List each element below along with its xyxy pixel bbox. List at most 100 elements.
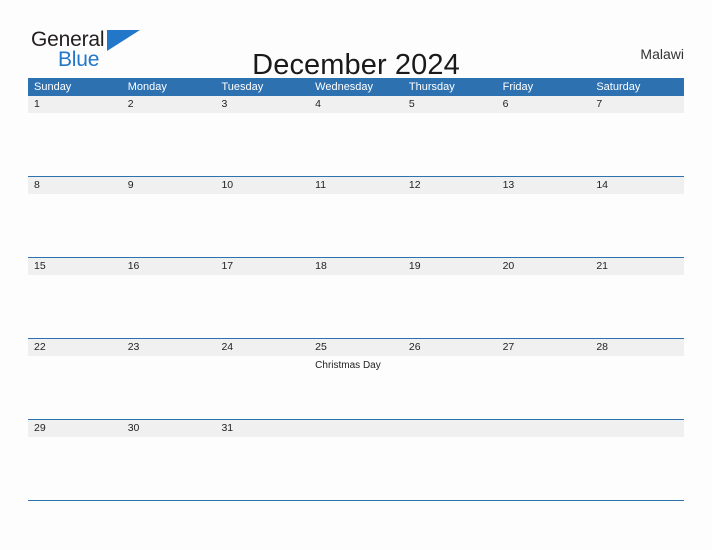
day-number: 25 [315,341,327,353]
day-events [596,356,684,359]
weekday-header-saturday: Saturday [596,81,641,93]
day-cell[interactable]: 19 [403,258,497,338]
day-number: 15 [34,260,46,272]
day-number: 21 [596,260,608,272]
calendar-page: General Blue December 2024 Malawi Sunday… [0,0,712,550]
day-number: 4 [315,98,321,110]
day-events [503,275,591,278]
day-events [34,437,122,440]
weekday-header-monday: Monday [127,81,167,93]
day-events [221,356,309,359]
day-cell[interactable]: 18 [309,258,403,338]
day-number: 3 [221,98,228,110]
calendar-grid: Sunday Monday Tuesday Wednesday Thursday… [28,78,684,501]
day-number: 12 [408,179,421,191]
day-events [128,113,216,116]
calendar-week-row: 15 16 17 18 19 20 21 [28,258,684,339]
day-events [34,356,122,359]
day-cell-empty [309,420,403,500]
day-cell[interactable]: 5 [403,96,497,176]
day-cell[interactable]: 30 [122,420,216,500]
calendar-weeks: 1 2 3 4 5 6 7 8 9 10 11 12 13 14 15 16 17 18 19 20 21 22 23 24 2… [28,96,684,501]
day-number: 9 [127,179,134,191]
day-events [596,194,684,197]
day-number: 30 [127,422,140,434]
weekday-header-tuesday: Tuesday [221,81,264,93]
calendar-week-row: 1 2 3 4 5 6 7 [28,96,684,177]
day-number: 13 [502,179,515,191]
calendar-week-row: 29 30 31 [28,420,684,501]
day-number: 23 [127,341,140,353]
day-events [34,194,122,197]
day-cell[interactable]: 9 [122,177,216,257]
day-number: 22 [34,341,46,353]
day-events [128,275,216,278]
day-events [503,420,591,423]
day-cell[interactable]: 12 [403,177,497,257]
day-cell[interactable]: 24 [215,339,309,419]
day-cell[interactable]: 31 [215,420,309,500]
day-number: 31 [221,422,234,434]
day-cell[interactable]: 29 [28,420,122,500]
day-number: 16 [127,260,140,272]
day-events [128,194,216,197]
day-events [596,113,684,116]
day-cell[interactable]: 8 [28,177,122,257]
weekday-header-wednesday: Wednesday [315,81,374,93]
day-cell[interactable]: 22 [28,339,122,419]
day-cell-empty [403,420,497,500]
country-label: Malawi [640,46,684,62]
day-events: Christmas Day [315,356,403,372]
day-events [128,356,216,359]
weekday-header-sunday: Sunday [34,81,72,93]
day-number: 18 [315,260,327,272]
day-events [221,437,309,440]
day-cell[interactable]: 26 [403,339,497,419]
day-cells: 1 2 3 4 5 6 7 [28,96,684,176]
day-events [315,113,403,116]
day-events [503,113,591,116]
day-events [34,113,122,116]
day-events [221,275,309,278]
day-cell[interactable]: 13 [497,177,591,257]
calendar-week-row: 8 9 10 11 12 13 14 [28,177,684,258]
day-cell[interactable]: 7 [590,96,684,176]
day-number: 28 [596,341,608,353]
day-cell[interactable]: 23 [122,339,216,419]
day-cell[interactable]: 14 [590,177,684,257]
day-number: 17 [221,260,234,272]
holiday-event: Christmas Day [315,360,381,371]
day-number: 27 [502,341,515,353]
day-cell-empty [497,420,591,500]
day-cell[interactable]: 20 [497,258,591,338]
day-cell[interactable]: 28 [590,339,684,419]
day-number: 19 [408,260,421,272]
day-cell[interactable]: 21 [590,258,684,338]
day-cell[interactable]: 2 [122,96,216,176]
day-cell[interactable]: 25 Christmas Day [309,339,403,419]
day-cell[interactable]: 10 [215,177,309,257]
day-number: 7 [596,98,603,110]
day-cell[interactable]: 27 [497,339,591,419]
day-events [128,437,216,440]
day-cell[interactable]: 1 [28,96,122,176]
day-number: 11 [315,179,327,191]
day-events [221,194,309,197]
day-cell[interactable]: 4 [309,96,403,176]
day-cell[interactable]: 3 [215,96,309,176]
day-number: 24 [221,341,234,353]
day-cell[interactable]: 16 [122,258,216,338]
day-events [315,194,403,197]
day-number: 26 [408,341,421,353]
day-number: 2 [127,98,134,110]
day-cell[interactable]: 6 [497,96,591,176]
day-number: 14 [596,179,608,191]
day-cell[interactable]: 11 [309,177,403,257]
day-cell[interactable]: 17 [215,258,309,338]
day-cell[interactable]: 15 [28,258,122,338]
day-cells: 22 23 24 25 Christmas Day 26 27 28 [28,339,684,419]
day-events [409,113,497,116]
calendar-week-row: 22 23 24 25 Christmas Day 26 27 28 [28,339,684,420]
day-events [34,275,122,278]
day-events [315,275,403,278]
